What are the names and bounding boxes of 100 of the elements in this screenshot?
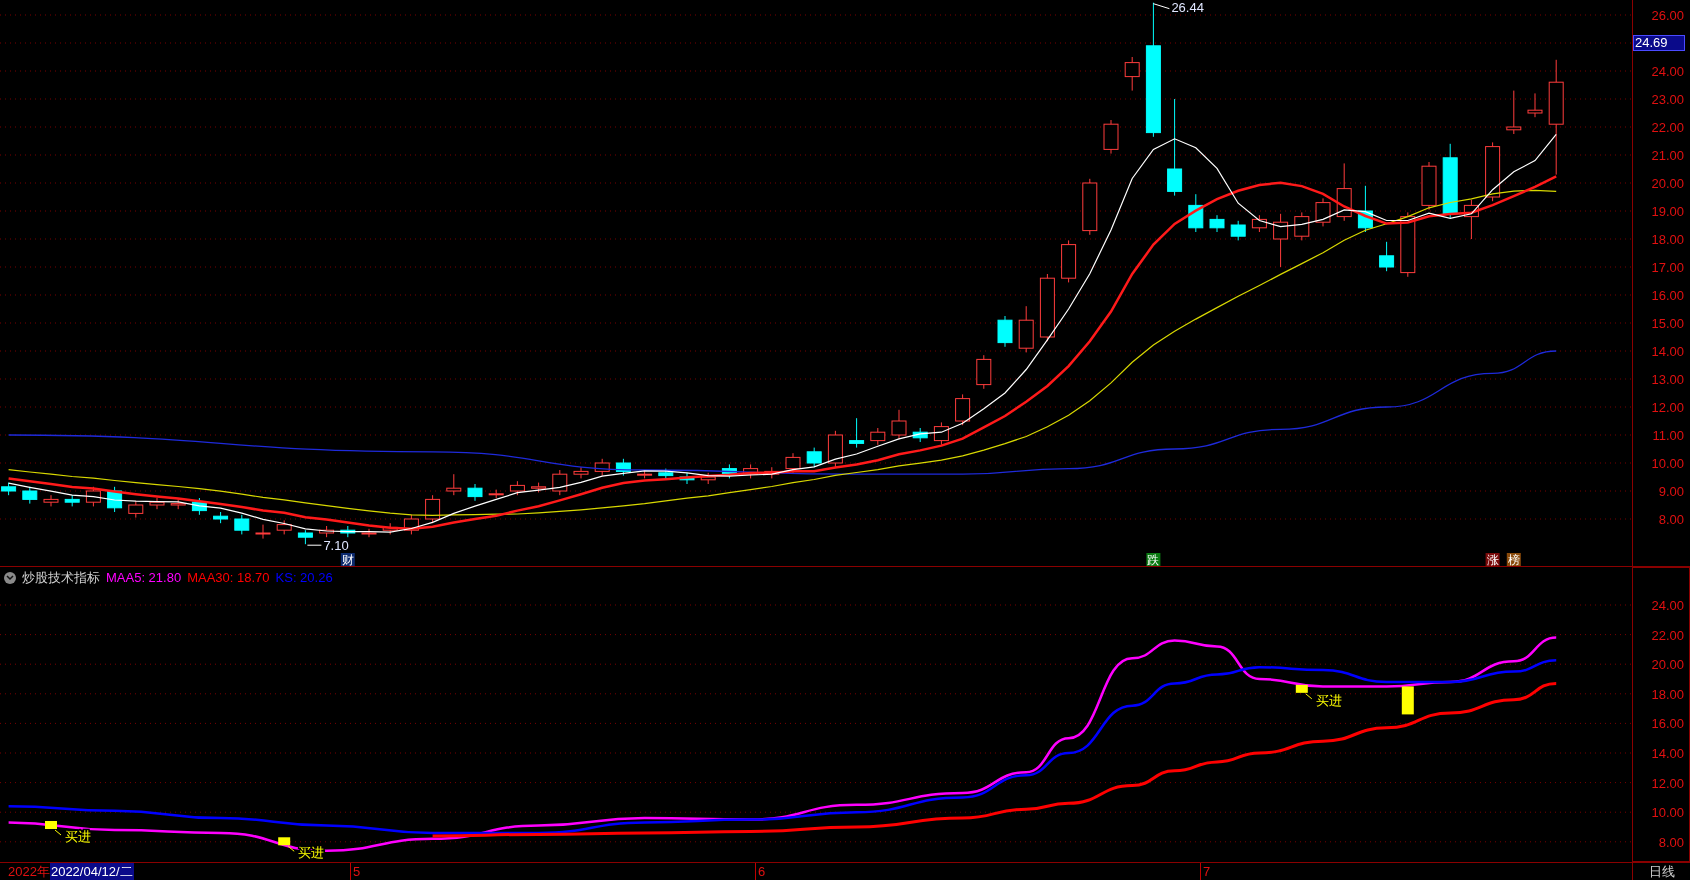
axis-label: 24.00 <box>1651 599 1684 612</box>
candle <box>594 458 610 477</box>
candle <box>1527 92 1543 118</box>
low-price-label: 7.10 <box>323 538 349 554</box>
month-label: 5 <box>350 863 361 880</box>
candle <box>976 354 992 390</box>
axis-label: 8.00 <box>1658 513 1684 526</box>
candle <box>1315 197 1331 227</box>
candle <box>1400 211 1416 278</box>
candle <box>955 393 971 426</box>
buy-signal: 买进 <box>45 821 91 844</box>
candle <box>552 469 568 496</box>
candle <box>1485 141 1501 202</box>
axis-label: 19.00 <box>1651 205 1684 218</box>
candle <box>870 427 886 446</box>
axis-label: 17.00 <box>1651 261 1684 274</box>
candle <box>1188 193 1204 233</box>
legend-value: MAA30: 18.70 <box>187 569 270 587</box>
candle <box>531 482 547 493</box>
candle <box>700 472 716 485</box>
candle <box>1357 185 1373 233</box>
candle <box>488 489 504 499</box>
axis-label: 21.00 <box>1651 149 1684 162</box>
candle <box>64 494 80 507</box>
candle <box>912 427 928 443</box>
axis-label: 22.00 <box>1651 628 1684 642</box>
candle <box>22 486 38 505</box>
tag: 榜 <box>1506 553 1521 566</box>
candle <box>1209 214 1225 233</box>
candle <box>446 473 462 496</box>
buy-signal: 买进 <box>1295 684 1342 708</box>
axis-label: 22.00 <box>1651 121 1684 134</box>
candle <box>276 519 292 535</box>
tag: 涨 <box>1485 553 1500 566</box>
month-label: 6 <box>755 863 766 880</box>
axis-label: 14.00 <box>1651 747 1684 760</box>
candle <box>891 409 907 440</box>
axis-label: 20.00 <box>1651 177 1684 190</box>
candle <box>319 525 335 538</box>
candle <box>149 497 165 510</box>
axis-label: 23.00 <box>1651 93 1684 106</box>
axis-label: 8.00 <box>1658 835 1684 849</box>
candle <box>573 466 589 479</box>
candle <box>382 522 398 535</box>
candle <box>1273 213 1289 268</box>
indicator-title: 炒股技术指标 <box>22 569 100 587</box>
candle <box>1230 220 1246 241</box>
year-label: 2022年 <box>8 863 50 880</box>
candle <box>1506 90 1522 135</box>
candle <box>191 497 207 516</box>
candle <box>234 514 250 535</box>
axis-label: 12.00 <box>1651 401 1684 414</box>
legend-value: MAA5: 21.80 <box>106 569 182 587</box>
candle <box>255 524 271 540</box>
candle <box>721 463 737 479</box>
axis-label: 13.00 <box>1651 373 1684 386</box>
period-label[interactable]: 日线 <box>1632 863 1690 880</box>
candle <box>128 500 144 519</box>
candle <box>679 472 695 485</box>
candle <box>1251 214 1267 233</box>
high-price-label: 26.44 <box>1171 0 1204 15</box>
candle <box>997 315 1013 348</box>
candle <box>170 498 186 510</box>
month-label: 7 <box>1200 863 1211 880</box>
candle <box>637 469 653 479</box>
candle <box>297 529 313 545</box>
candle <box>743 463 759 479</box>
leader-line <box>1152 3 1170 10</box>
candle <box>43 494 59 507</box>
candle <box>827 430 843 468</box>
leader-line <box>306 544 322 546</box>
candle <box>425 494 441 524</box>
signal-bar <box>1401 686 1414 715</box>
candle <box>1379 241 1395 272</box>
axis-label: 18.00 <box>1651 233 1684 246</box>
axis-label: 10.00 <box>1651 806 1684 820</box>
axis-label: 16.00 <box>1651 289 1684 302</box>
legend-value: KS: 20.26 <box>275 569 333 587</box>
axis-label: 20.00 <box>1651 658 1684 672</box>
axis-label: 24.00 <box>1651 65 1684 78</box>
candle <box>1463 199 1479 240</box>
candle <box>1294 211 1310 241</box>
axis-label: 26.00 <box>1651 9 1684 22</box>
axis-label: 12.00 <box>1651 776 1684 790</box>
candle <box>403 514 419 535</box>
cursor-date: 2022/04/12/二 <box>49 863 134 880</box>
candle <box>764 466 780 479</box>
candle <box>340 525 356 538</box>
axis-label: 16.00 <box>1651 717 1684 731</box>
axis-label: 15.00 <box>1651 317 1684 330</box>
axis-label: 9.00 <box>1658 485 1684 498</box>
candle <box>1082 178 1098 236</box>
axis-label: 14.00 <box>1651 345 1684 358</box>
candle <box>1061 239 1077 283</box>
collapse-icon[interactable] <box>4 571 16 584</box>
candle <box>806 447 822 468</box>
candle <box>1124 56 1140 92</box>
candle <box>849 417 865 449</box>
candle <box>1 482 17 496</box>
axis-label: 18.00 <box>1651 687 1684 701</box>
